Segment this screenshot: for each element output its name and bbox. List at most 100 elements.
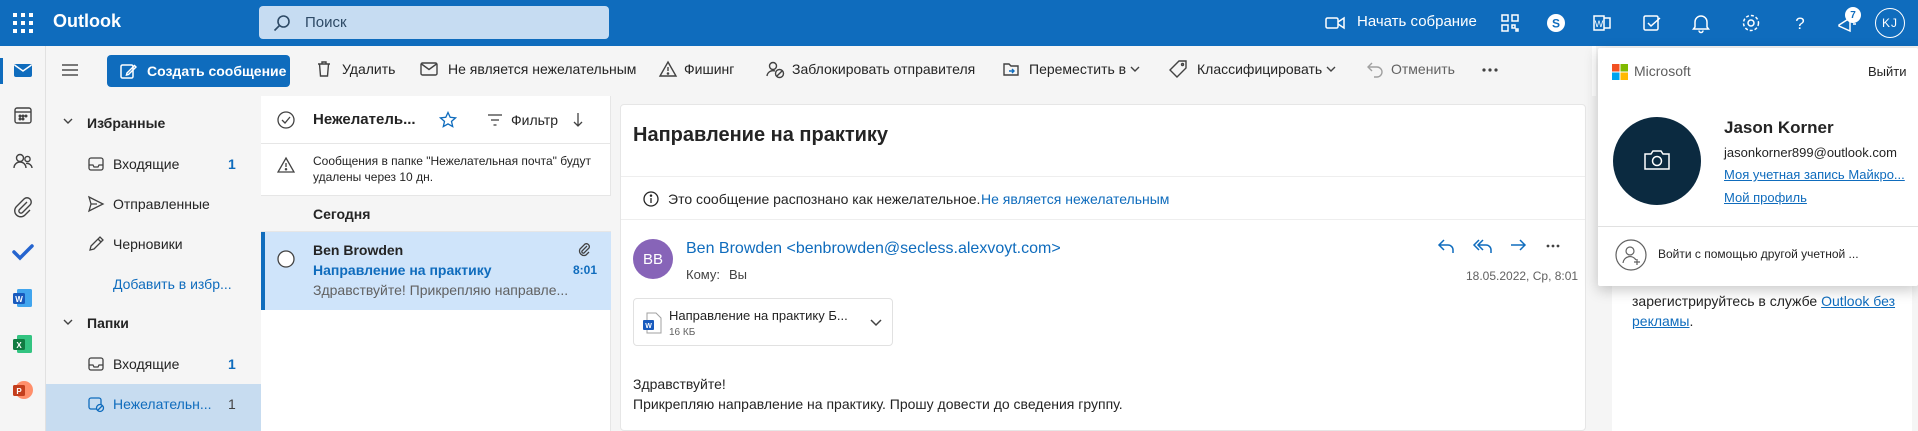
- attachment-icon[interactable]: [11, 195, 35, 219]
- camera-icon: [1643, 148, 1671, 172]
- tag-icon[interactable]: [1168, 59, 1188, 79]
- move-to-icon[interactable]: [1001, 59, 1021, 79]
- chevron-down-icon[interactable]: [1130, 66, 1140, 73]
- folder-title: Нежелатель...: [313, 111, 416, 128]
- more-options-icon[interactable]: [1482, 68, 1498, 72]
- body-greeting: Здравствуйте!: [633, 376, 726, 392]
- promo-link-2[interactable]: рекламы: [1632, 313, 1690, 329]
- meet-now-button[interactable]: Начать собрание: [1357, 13, 1477, 30]
- todo-icon[interactable]: [11, 240, 35, 264]
- video-camera-icon[interactable]: [1324, 12, 1346, 34]
- sign-in-other-account[interactable]: Войти с помощью другой учетной ...: [1658, 247, 1859, 261]
- star-favorite-icon[interactable]: [439, 111, 457, 129]
- bell-icon[interactable]: [1690, 12, 1712, 34]
- sender-avatar[interactable]: BB: [633, 239, 673, 279]
- not-junk-mail-icon[interactable]: [419, 59, 439, 79]
- delete-icon[interactable]: [314, 59, 334, 79]
- more-actions-icon[interactable]: [1546, 244, 1560, 248]
- search-box[interactable]: Поиск: [259, 6, 609, 39]
- account-name: Jason Korner: [1724, 118, 1834, 137]
- sort-arrow-icon[interactable]: [573, 112, 583, 128]
- delete-button[interactable]: Удалить: [342, 61, 395, 77]
- account-email: jasonkorner899@outlook.com: [1724, 145, 1897, 160]
- chevron-down-icon[interactable]: [1326, 66, 1336, 73]
- add-favorite-link[interactable]: Добавить в избр...: [113, 276, 232, 292]
- favorites-header[interactable]: Избранные: [87, 115, 165, 131]
- undo-icon[interactable]: [1365, 59, 1385, 79]
- not-junk-button[interactable]: Не является нежелательным: [448, 61, 636, 77]
- folders-header[interactable]: Папки: [87, 315, 129, 331]
- svg-text:W: W: [1595, 19, 1604, 29]
- flyout-divider: [1598, 226, 1918, 227]
- block-sender-button[interactable]: Заблокировать отправителя: [792, 61, 975, 77]
- phishing-warning-icon[interactable]: [658, 59, 678, 79]
- people-icon[interactable]: [11, 149, 35, 173]
- folder-inbox[interactable]: Входящие 1: [46, 344, 261, 384]
- favorites-inbox[interactable]: Входящие 1: [46, 144, 261, 184]
- categorize-button[interactable]: Классифицировать: [1197, 61, 1322, 77]
- new-message-button[interactable]: Создать сообщение: [107, 55, 290, 87]
- word-icon[interactable]: W: [11, 286, 35, 310]
- qr-code-icon[interactable]: [1499, 12, 1521, 34]
- filter-button[interactable]: Фильтр: [511, 112, 558, 128]
- move-to-button[interactable]: Переместить в: [1029, 61, 1126, 77]
- my-day-icon[interactable]: [1641, 12, 1663, 34]
- calendar-icon[interactable]: [11, 103, 35, 127]
- junk-retention-notice: Сообщения в папке "Нежелательная почта" …: [261, 144, 611, 196]
- email-date: 18.05.2022, Ср, 8:01: [1466, 269, 1579, 283]
- group-label: Сегодня: [313, 206, 371, 222]
- rail-active-indicator: [0, 58, 3, 84]
- filter-icon[interactable]: [487, 113, 503, 127]
- favorites-sent[interactable]: Отправленные: [46, 184, 261, 224]
- reply-all-icon[interactable]: [1472, 236, 1494, 256]
- promo-link[interactable]: Outlook без: [1821, 293, 1895, 309]
- my-profile-link[interactable]: Мой профиль: [1724, 190, 1807, 205]
- promo-end: .: [1689, 313, 1694, 329]
- chevron-down-icon[interactable]: [63, 319, 73, 326]
- powerpoint-icon[interactable]: P: [11, 378, 35, 402]
- folder-label: Черновики: [113, 236, 183, 252]
- select-checkbox[interactable]: [277, 250, 295, 268]
- email-subject: Направление на практику: [633, 124, 889, 146]
- add-account-icon[interactable]: [1615, 239, 1647, 271]
- hamburger-menu-icon[interactable]: [61, 62, 79, 78]
- inbox-icon: [87, 355, 105, 373]
- mail-icon[interactable]: [11, 58, 35, 82]
- junk-banner-text: Это сообщение распознано как нежелательн…: [668, 191, 981, 207]
- app-launcher-icon[interactable]: [12, 12, 34, 34]
- folder-label: Нежелательн...: [113, 396, 212, 412]
- attachment-icon: [577, 242, 591, 258]
- profile-photo[interactable]: [1613, 117, 1701, 205]
- my-account-link[interactable]: Моя учетная запись Майкро...: [1724, 167, 1905, 182]
- select-all-checkbox[interactable]: [277, 111, 295, 129]
- skype-icon[interactable]: S: [1545, 12, 1567, 34]
- new-message-label: Создать сообщение: [147, 63, 287, 79]
- settings-gear-icon[interactable]: [1740, 12, 1762, 34]
- undo-button[interactable]: Отменить: [1391, 61, 1455, 77]
- not-junk-link[interactable]: Не является нежелательным: [981, 191, 1169, 207]
- app-name[interactable]: Outlook: [53, 11, 121, 32]
- office-icon[interactable]: W: [1591, 12, 1613, 34]
- sign-out-button[interactable]: Выйти: [1868, 64, 1907, 79]
- phishing-button[interactable]: Фишинг: [684, 61, 734, 77]
- warning-icon: [277, 156, 295, 174]
- message-list-item[interactable]: Ben Browden Направление на практику 8:01…: [261, 232, 611, 310]
- svg-text:S: S: [1552, 17, 1560, 31]
- folder-junk[interactable]: Нежелательн... 1: [46, 384, 261, 431]
- reading-pane: [620, 104, 1586, 431]
- message-list-header: Нежелатель... Фильтр: [261, 96, 611, 144]
- sender-address[interactable]: Ben Browden <benbrowden@secless.alexvoyt…: [686, 240, 1061, 258]
- promo-line: зарегистрируйтесь в службе: [1632, 293, 1818, 309]
- chevron-down-icon[interactable]: [63, 118, 73, 125]
- account-avatar-button[interactable]: KJ: [1875, 8, 1905, 38]
- chevron-down-icon[interactable]: [870, 319, 882, 327]
- block-sender-icon[interactable]: [765, 59, 785, 79]
- forward-icon[interactable]: [1508, 236, 1528, 256]
- unread-count: 1: [228, 356, 236, 372]
- favorites-drafts[interactable]: Черновики: [46, 224, 261, 264]
- excel-icon[interactable]: X: [11, 332, 35, 356]
- junk-note-text: Сообщения в папке "Нежелательная почта" …: [313, 154, 591, 184]
- reply-icon[interactable]: [1436, 236, 1456, 256]
- help-icon[interactable]: ?: [1789, 12, 1811, 34]
- attachment-card[interactable]: W Направление на практику Б... 16 КБ: [633, 298, 893, 346]
